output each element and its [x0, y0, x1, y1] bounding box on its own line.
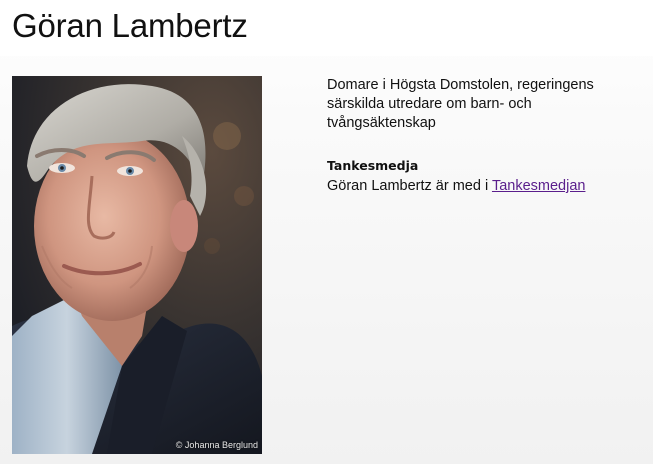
page-title: Göran Lambertz [12, 7, 248, 44]
think-tank-link[interactable]: Tankesmedjan [492, 178, 586, 194]
portrait-image [12, 76, 262, 454]
bio-text: Domare i Högsta Domstolen, regeringens s… [327, 77, 594, 131]
photo-credit: © Johanna Berglund [175, 440, 258, 450]
think-tank-text: Göran Lambertz är med i Tankesmedjan [327, 177, 585, 196]
think-tank-text-prefix: Göran Lambertz är med i [327, 178, 492, 194]
think-tank-heading: Tankesmedja [327, 158, 419, 173]
portrait-photo: © Johanna Berglund [12, 76, 262, 454]
